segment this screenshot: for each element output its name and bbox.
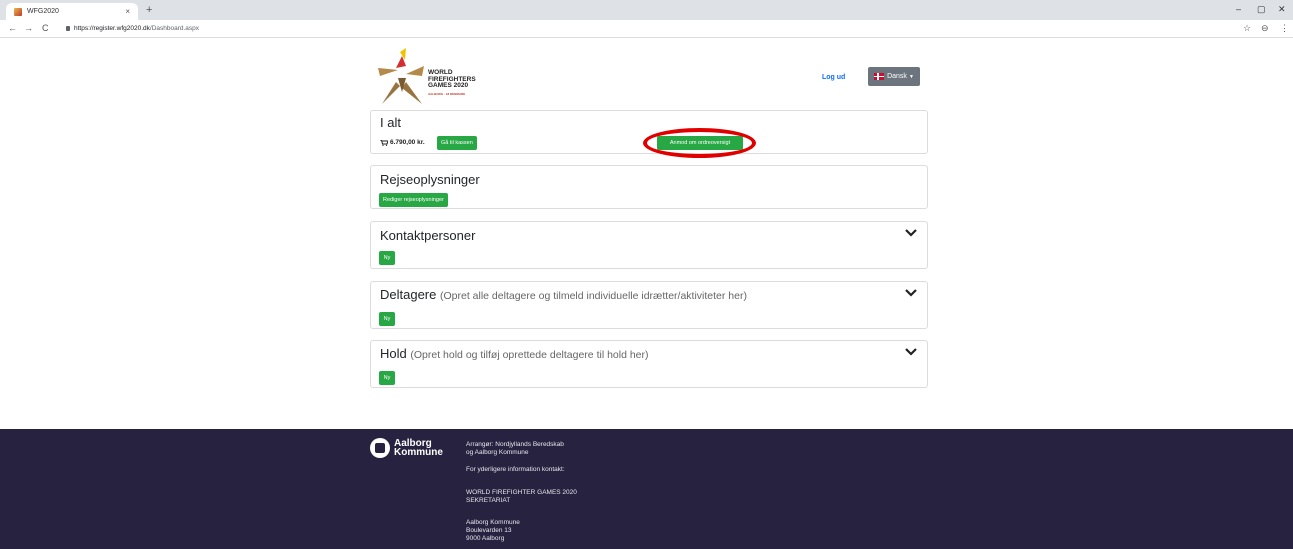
- contacts-card[interactable]: Kontaktpersoner Ny: [370, 221, 928, 269]
- favicon-icon: [14, 7, 22, 16]
- window-close-button[interactable]: ✕: [1278, 4, 1286, 15]
- bookmark-star-icon[interactable]: ☆: [1243, 23, 1251, 34]
- chevron-down-icon[interactable]: [905, 228, 917, 238]
- back-button[interactable]: ←: [8, 23, 17, 33]
- logo-wordmark: WORLD FIREFIGHTERS GAMES 2020 AALBORG · …: [428, 69, 476, 96]
- wfg-emblem-icon: [378, 48, 424, 104]
- participants-title: Deltagere (Opret alle deltagere og tilme…: [380, 287, 747, 302]
- reload-button[interactable]: C: [42, 23, 49, 33]
- browser-menu-icon[interactable]: ⋮: [1280, 23, 1289, 34]
- contacts-title: Kontaktpersoner: [380, 228, 476, 243]
- lock-icon: [66, 26, 70, 31]
- danish-flag-icon: [874, 73, 885, 80]
- new-contact-button[interactable]: Ny: [379, 251, 395, 265]
- url-field[interactable]: https://register.wfg2020.dk/Dashboard.as…: [66, 25, 199, 32]
- chevron-down-icon[interactable]: [905, 347, 917, 357]
- tab-close-icon[interactable]: ×: [125, 7, 130, 16]
- travel-title: Rejseoplysninger: [380, 172, 480, 187]
- organizer-text: Arrangør: Nordjyllands Beredskab og Aalbo…: [466, 441, 564, 456]
- tab-title: WFG2020: [27, 8, 59, 15]
- maximize-button[interactable]: ▢: [1257, 4, 1266, 15]
- aalborg-logo[interactable]: Aalborg Kommune: [370, 438, 443, 458]
- language-dropdown[interactable]: Dansk ▼: [868, 67, 920, 86]
- new-tab-button[interactable]: +: [146, 4, 152, 16]
- url-path: /Dashboard.aspx: [149, 25, 200, 32]
- cart-icon: [380, 139, 388, 146]
- participants-hint: (Opret alle deltagere og tilmeld individ…: [440, 290, 747, 302]
- edit-travel-button[interactable]: Rediger rejseoplysninger: [379, 193, 448, 207]
- minimize-button[interactable]: –: [1236, 4, 1241, 14]
- teams-title: Hold (Opret hold og tilføj oprettede del…: [380, 346, 649, 361]
- new-participant-button[interactable]: Ny: [379, 312, 395, 326]
- address-bar: ← → C https://register.wfg2020.dk/Dashbo…: [0, 20, 1293, 38]
- new-team-button[interactable]: Ny: [379, 371, 395, 385]
- total-amount: 6.790,00 kr.: [390, 139, 425, 146]
- aalborg-emblem-icon: [370, 438, 390, 458]
- address-text: Aalborg Kommune Boulevarden 13 9000 Aalbor…: [466, 519, 520, 542]
- teams-card[interactable]: Hold (Opret hold og tilføj oprettede del…: [370, 340, 928, 388]
- forward-button[interactable]: →: [24, 23, 33, 33]
- checkout-button[interactable]: Gå til kassen: [437, 136, 477, 150]
- logo-subtitle: AALBORG · 18 DENMARK: [428, 91, 466, 96]
- logout-link[interactable]: Log ud: [822, 74, 845, 81]
- caret-down-icon: ▼: [908, 73, 914, 80]
- url-host: https://register.wfg2020.dk: [74, 25, 150, 32]
- footer: Aalborg Kommune Arrangør: Nordjyllands Be…: [0, 429, 1293, 549]
- cart-total: 6.790,00 kr.: [380, 139, 425, 146]
- browser-tab[interactable]: WFG2020 ×: [6, 3, 138, 20]
- more-info-text: For yderligere information kontakt:: [466, 466, 565, 473]
- secretariat-text: WORLD FIREFIGHTER GAMES 2020 SEKRETARIAT: [466, 489, 577, 504]
- chevron-down-icon[interactable]: [905, 288, 917, 298]
- travel-card: Rejseoplysninger Rediger rejseoplysninge…: [370, 165, 928, 209]
- profile-icon[interactable]: ⊖: [1261, 23, 1269, 34]
- language-label: Dansk: [887, 73, 907, 80]
- aalborg-wordmark: Aalborg Kommune: [394, 438, 443, 458]
- summary-card: I alt 6.790,00 kr. Gå til kassen Anmod o…: [370, 110, 928, 154]
- summary-title: I alt: [380, 115, 401, 130]
- participants-card[interactable]: Deltagere (Opret alle deltagere og tilme…: [370, 281, 928, 329]
- wfg-logo[interactable]: WORLD FIREFIGHTERS GAMES 2020 AALBORG · …: [376, 48, 496, 106]
- order-overview-button[interactable]: Anmod om ordreoversigt: [657, 136, 743, 150]
- browser-tab-bar: WFG2020 × + – ▢ ✕: [0, 0, 1293, 20]
- teams-hint: (Opret hold og tilføj oprettede deltager…: [410, 349, 649, 361]
